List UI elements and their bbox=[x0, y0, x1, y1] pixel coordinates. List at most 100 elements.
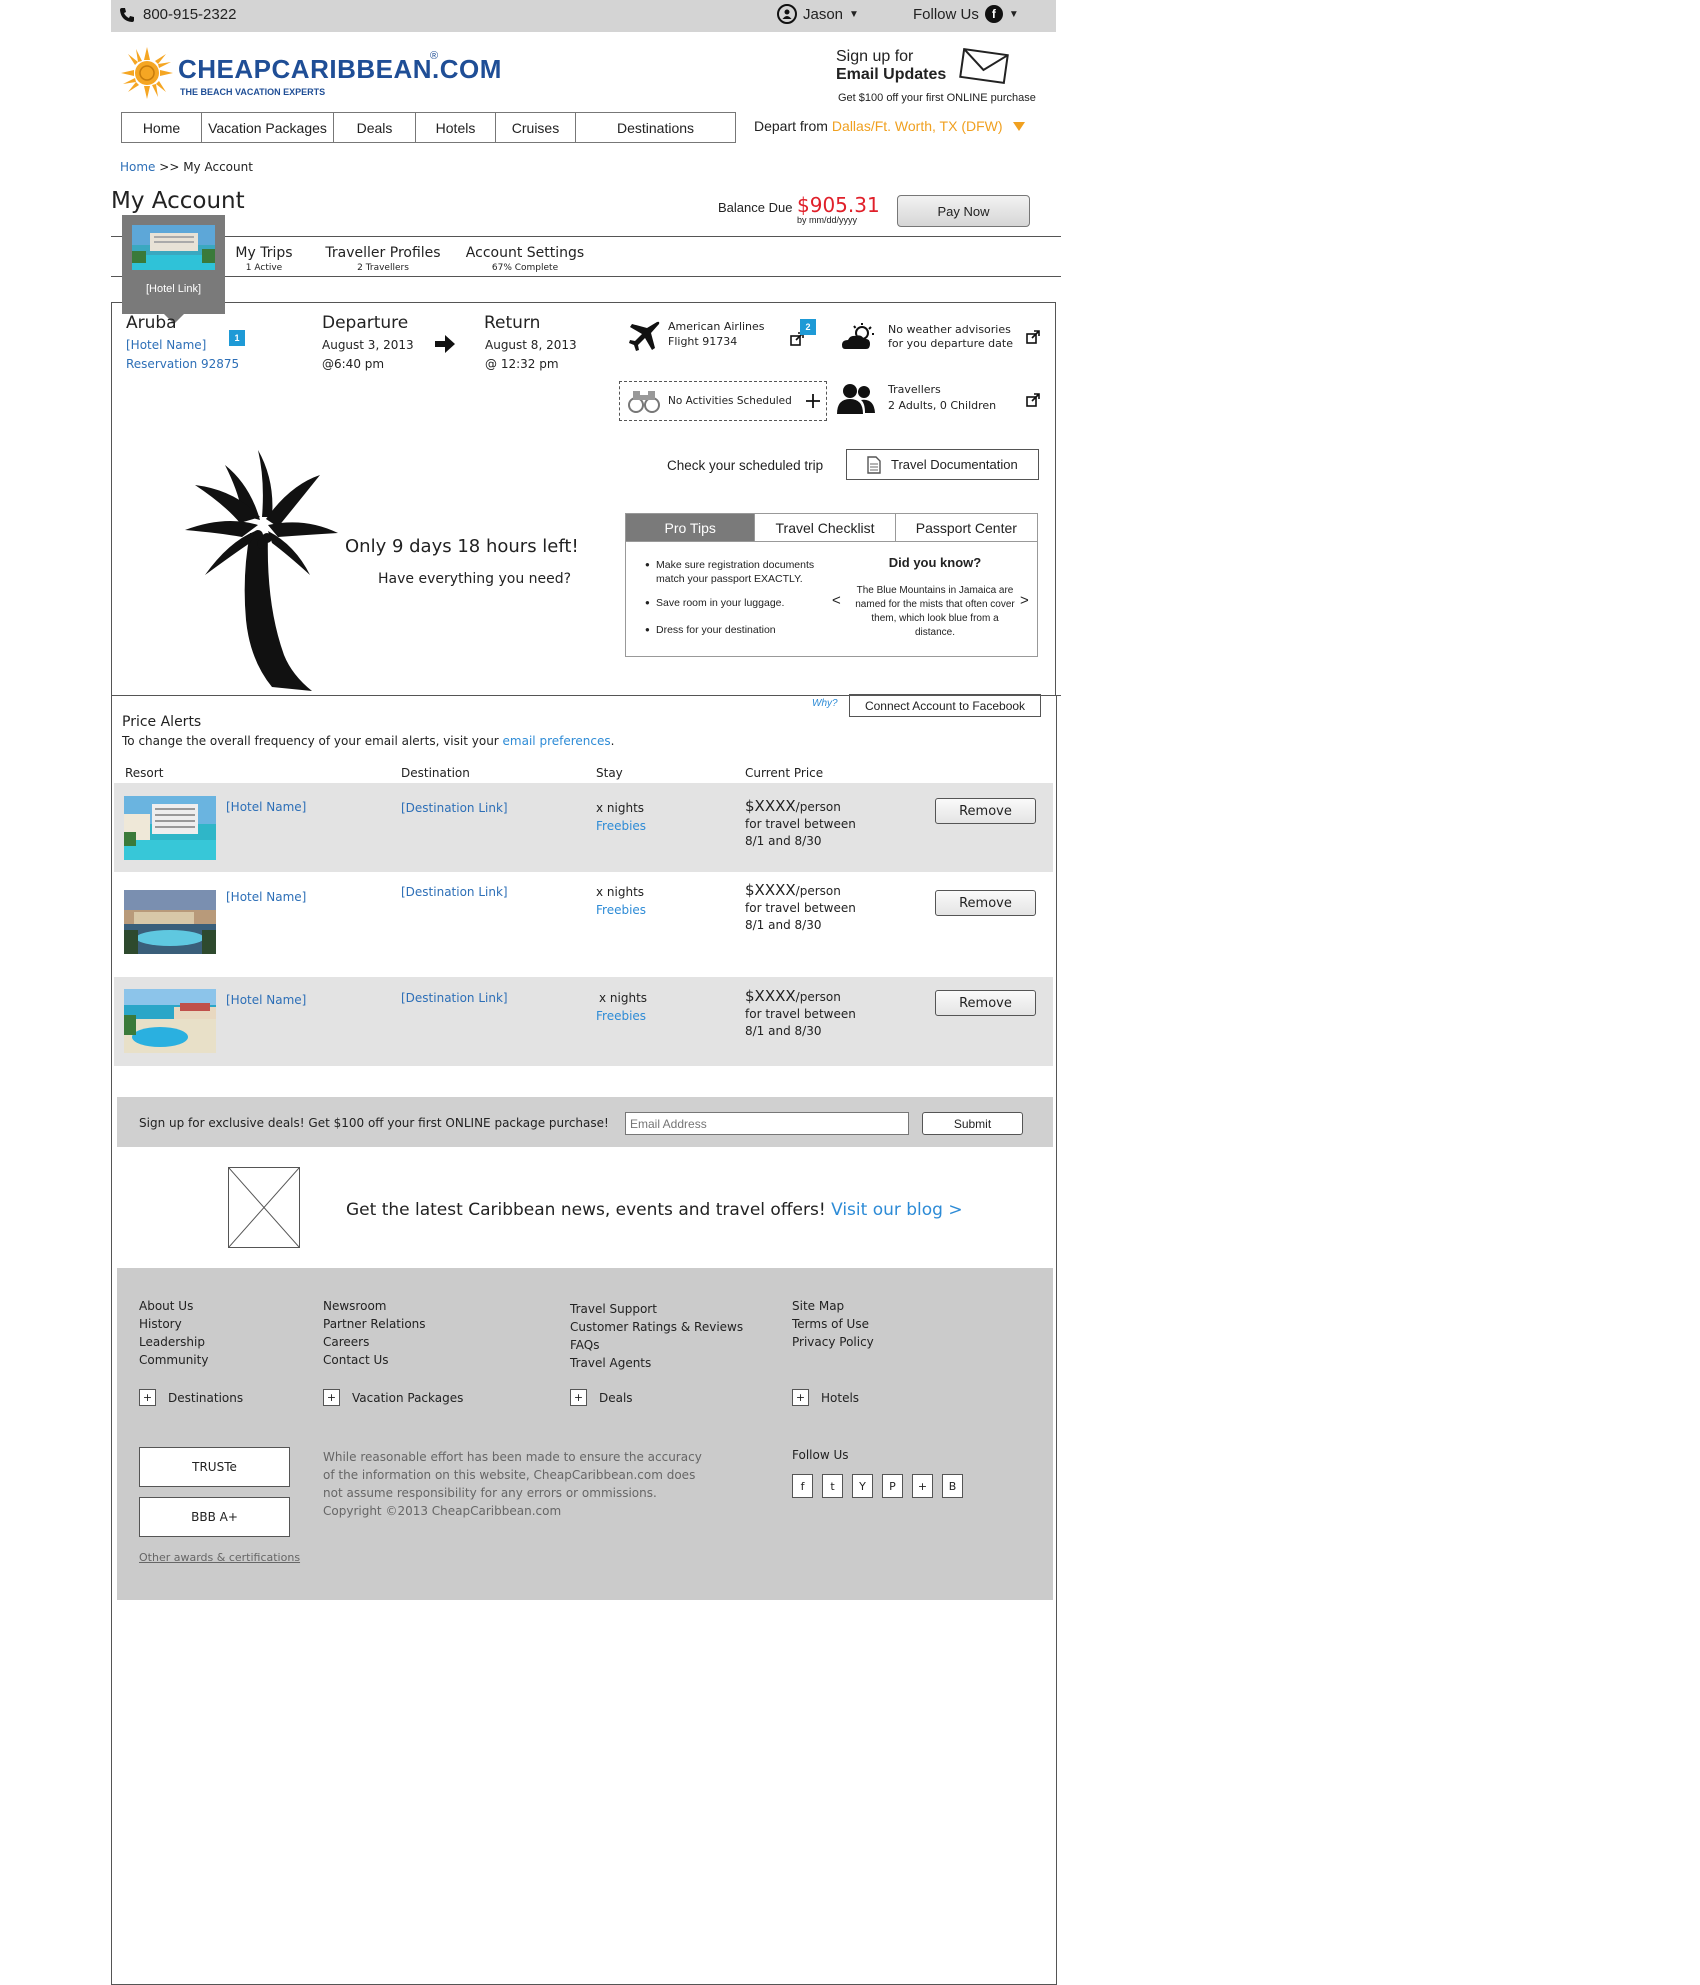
remove-button[interactable]: Remove bbox=[935, 990, 1036, 1016]
why-link[interactable]: Why? bbox=[812, 698, 838, 709]
depart-from-selector[interactable]: Depart from Dallas/Ft. Worth, TX (DFW) bbox=[754, 118, 1025, 134]
pay-now-button[interactable]: Pay Now bbox=[897, 195, 1030, 227]
tab-account-settings[interactable]: Account Settings 67% Complete bbox=[462, 245, 588, 273]
user-name: Jason bbox=[803, 5, 844, 23]
external-link-icon[interactable] bbox=[1026, 330, 1040, 344]
google-plus-icon[interactable]: + bbox=[912, 1474, 933, 1498]
tab-traveller-profiles[interactable]: Traveller Profiles 2 Travellers bbox=[318, 245, 448, 273]
footer-expand-hotels[interactable]: + Hotels bbox=[792, 1389, 859, 1406]
return-time: @ 12:32 pm bbox=[485, 357, 559, 371]
user-menu[interactable]: Jason ▼ bbox=[777, 4, 859, 24]
email-address-input[interactable] bbox=[625, 1112, 909, 1135]
resort-image bbox=[124, 796, 216, 860]
return-date: August 8, 2013 bbox=[485, 338, 577, 352]
footer-link-careers[interactable]: Careers bbox=[323, 1333, 426, 1351]
destination-link[interactable]: [Destination Link] bbox=[401, 991, 508, 1005]
hotel-popup[interactable]: [Hotel Link] bbox=[122, 215, 225, 324]
youtube-icon[interactable]: Y bbox=[852, 1474, 873, 1498]
brand-tagline: THE BEACH VACATION EXPERTS bbox=[180, 87, 326, 97]
nav-deals[interactable]: Deals bbox=[334, 113, 416, 142]
nav-home[interactable]: Home bbox=[122, 113, 202, 142]
truste-badge[interactable]: TRUSTe bbox=[139, 1447, 290, 1487]
price-alerts-description: To change the overall frequency of your … bbox=[122, 734, 614, 748]
column-header-current-price: Current Price bbox=[745, 766, 824, 780]
hotel-link[interactable]: [Hotel Link] bbox=[122, 283, 225, 295]
next-fact-button[interactable]: > bbox=[1020, 592, 1029, 609]
column-header-destination: Destination bbox=[401, 766, 470, 780]
footer-expand-deals[interactable]: + Deals bbox=[570, 1389, 633, 1406]
nav-hotels[interactable]: Hotels bbox=[416, 113, 496, 142]
phone-contact[interactable]: 800-915-2322 bbox=[119, 6, 236, 23]
travellers-count: 2 Adults, 0 Children bbox=[888, 399, 997, 412]
follow-us-menu[interactable]: Follow Us f ▼ bbox=[913, 5, 1019, 23]
remove-button[interactable]: Remove bbox=[935, 798, 1036, 824]
blog-icon[interactable]: B bbox=[942, 1474, 963, 1498]
footer-link-leadership[interactable]: Leadership bbox=[139, 1333, 208, 1351]
price-note: for travel between bbox=[745, 1007, 856, 1021]
visit-blog-link[interactable]: Visit our blog > bbox=[831, 1200, 963, 1220]
resort-hotel-link[interactable]: [Hotel Name] bbox=[226, 800, 306, 814]
resort-hotel-link[interactable]: [Hotel Name] bbox=[226, 890, 306, 904]
resort-hotel-link[interactable]: [Hotel Name] bbox=[226, 993, 306, 1007]
expand-label: Deals bbox=[599, 1390, 633, 1405]
destination-link[interactable]: [Destination Link] bbox=[401, 885, 508, 899]
footer-link-newsroom[interactable]: Newsroom bbox=[323, 1297, 426, 1315]
document-icon bbox=[867, 455, 881, 474]
description-text: To change the overall frequency of your … bbox=[122, 734, 503, 748]
other-awards-link[interactable]: Other awards & certifications bbox=[139, 1551, 300, 1564]
divider bbox=[111, 236, 1061, 237]
footer-link-faqs[interactable]: FAQs bbox=[570, 1336, 743, 1354]
footer-follow-us-label: Follow Us bbox=[792, 1448, 849, 1462]
submit-button[interactable]: Submit bbox=[922, 1112, 1023, 1135]
trip-hotel-name[interactable]: [Hotel Name] bbox=[126, 338, 206, 352]
email-updates-promo[interactable]: Sign up for Email Updates Get $100 off y… bbox=[836, 46, 1056, 108]
connect-facebook-button[interactable]: Connect Account to Facebook bbox=[849, 694, 1041, 717]
footer-link-customer-reviews[interactable]: Customer Ratings & Reviews bbox=[570, 1318, 743, 1336]
tab-title: My Trips bbox=[235, 245, 293, 261]
prev-fact-button[interactable]: < bbox=[832, 592, 841, 609]
tab-travel-checklist[interactable]: Travel Checklist bbox=[755, 514, 896, 541]
did-you-know-title: Did you know? bbox=[888, 555, 982, 570]
freebies-link[interactable]: Freebies bbox=[596, 819, 646, 833]
nav-destinations[interactable]: Destinations bbox=[576, 113, 735, 142]
pinterest-icon[interactable]: P bbox=[882, 1474, 903, 1498]
tab-my-trips[interactable]: My Trips 1 Active bbox=[222, 245, 306, 273]
footer-link-about-us[interactable]: About Us bbox=[139, 1297, 208, 1315]
site-logo[interactable]: CHEAPCARIBBEAN.COM ® THE BEACH VACATION … bbox=[120, 46, 501, 100]
balance-due-date: by mm/dd/yyyy bbox=[797, 215, 858, 225]
tab-pro-tips[interactable]: Pro Tips bbox=[626, 514, 756, 541]
footer-link-terms-of-use[interactable]: Terms of Use bbox=[792, 1315, 874, 1333]
freebies-link[interactable]: Freebies bbox=[596, 1009, 646, 1023]
trip-reservation[interactable]: Reservation 92875 bbox=[126, 357, 239, 371]
footer-link-partner-relations[interactable]: Partner Relations bbox=[323, 1315, 426, 1333]
footer-link-history[interactable]: History bbox=[139, 1315, 208, 1333]
nav-vacation-packages[interactable]: Vacation Packages bbox=[202, 113, 334, 142]
tip-item: Dress for your destination bbox=[645, 623, 836, 637]
footer-link-community[interactable]: Community bbox=[139, 1351, 208, 1369]
facebook-icon[interactable]: f bbox=[792, 1474, 813, 1498]
user-icon bbox=[777, 4, 797, 24]
tab-passport-center[interactable]: Passport Center bbox=[896, 514, 1037, 541]
twitter-icon[interactable]: t bbox=[822, 1474, 843, 1498]
footer-link-contact-us[interactable]: Contact Us bbox=[323, 1351, 426, 1369]
footer-link-privacy-policy[interactable]: Privacy Policy bbox=[792, 1333, 874, 1351]
footer-link-site-map[interactable]: Site Map bbox=[792, 1297, 874, 1315]
registered-mark: ® bbox=[430, 50, 439, 62]
footer-link-travel-support[interactable]: Travel Support bbox=[570, 1300, 743, 1318]
freebies-link[interactable]: Freebies bbox=[596, 903, 646, 917]
bbb-badge[interactable]: BBB A+ bbox=[139, 1497, 290, 1537]
destination-link[interactable]: [Destination Link] bbox=[401, 801, 508, 815]
external-link-icon[interactable] bbox=[1026, 393, 1040, 407]
footer-link-travel-agents[interactable]: Travel Agents bbox=[570, 1354, 743, 1372]
footer-expand-vacation-packages[interactable]: + Vacation Packages bbox=[323, 1389, 463, 1406]
remove-button[interactable]: Remove bbox=[935, 890, 1036, 916]
activities-add[interactable]: No Activities Scheduled bbox=[619, 381, 827, 421]
table-row: [Hotel Name] [Destination Link] x nights… bbox=[114, 977, 1053, 1066]
travel-documentation-button[interactable]: Travel Documentation bbox=[846, 449, 1039, 480]
departure-label: Departure bbox=[322, 313, 409, 333]
breadcrumb-home[interactable]: Home bbox=[120, 160, 155, 174]
nav-cruises[interactable]: Cruises bbox=[496, 113, 576, 142]
footer-expand-destinations[interactable]: + Destinations bbox=[139, 1389, 243, 1406]
email-preferences-link[interactable]: email preferences bbox=[503, 734, 611, 748]
travellers-label: Travellers bbox=[888, 383, 941, 396]
